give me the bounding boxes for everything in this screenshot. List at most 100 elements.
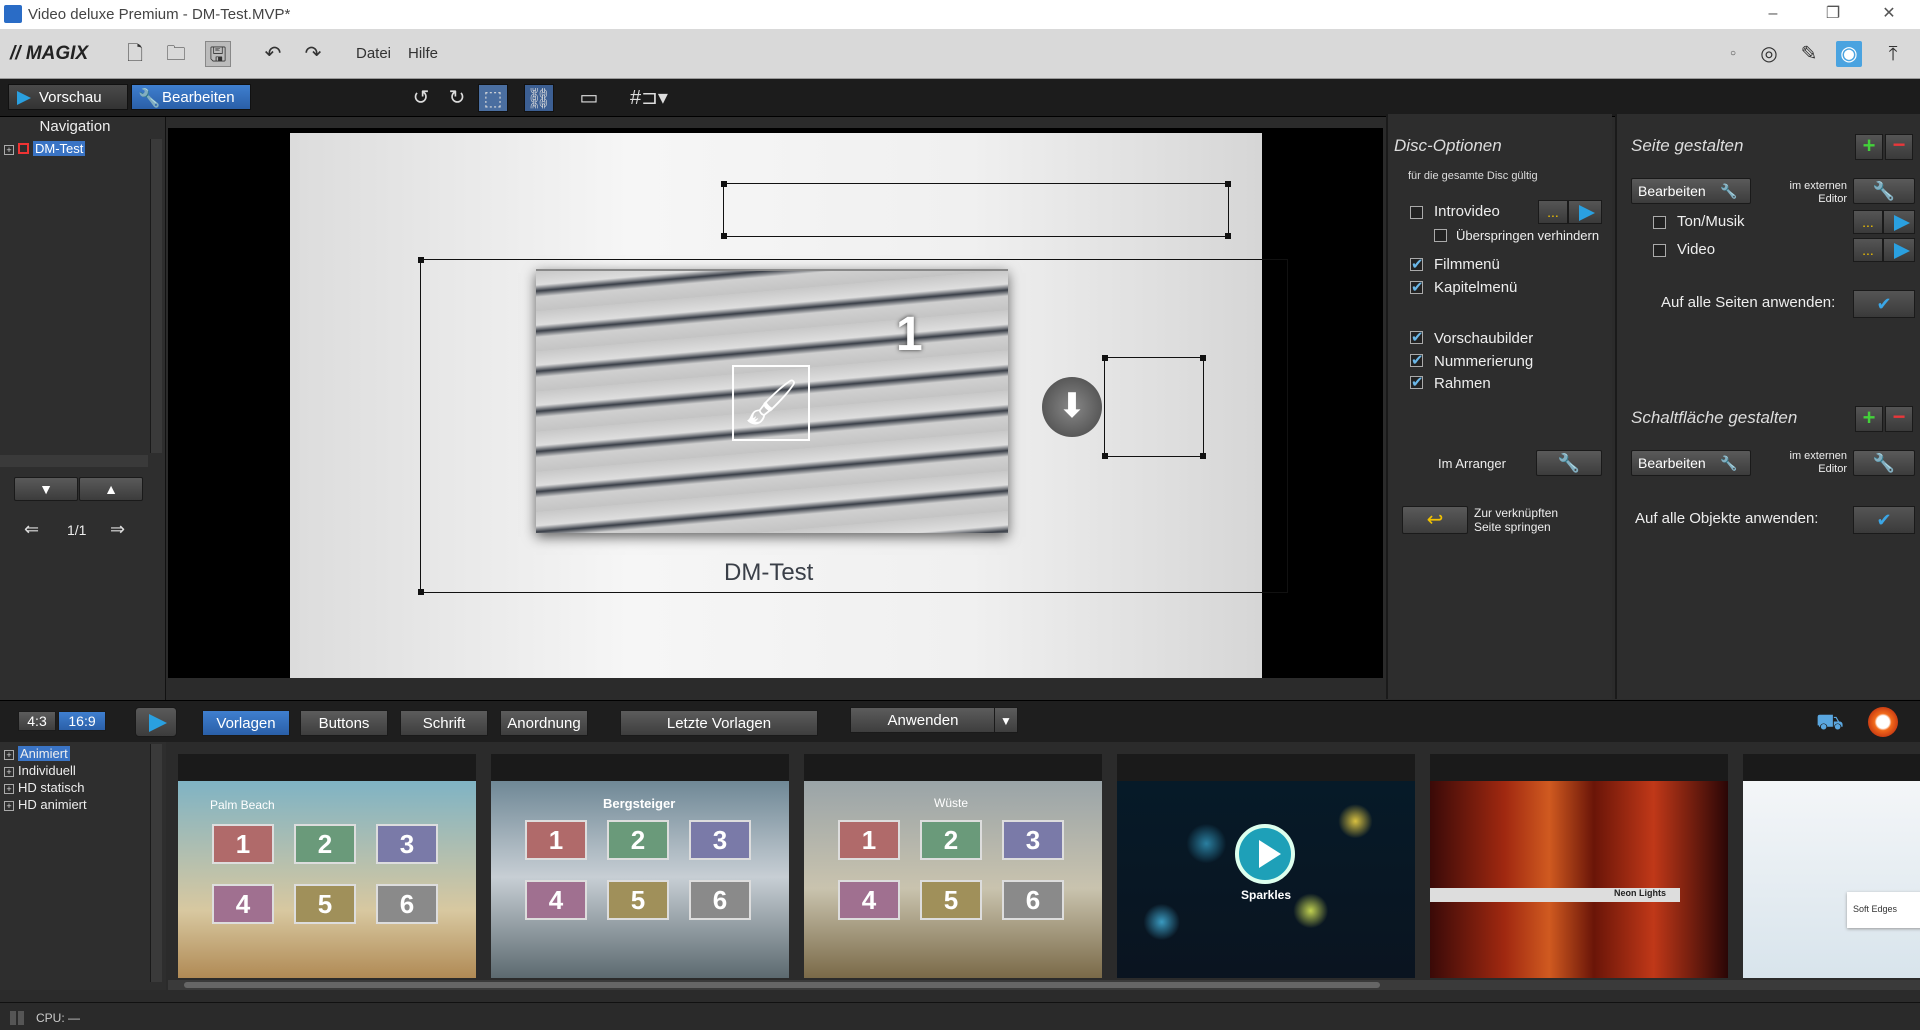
menu-datei[interactable]: Datei bbox=[356, 45, 391, 62]
template-thumb[interactable]: Neon Lights bbox=[1430, 754, 1728, 978]
remove-button-button[interactable]: − bbox=[1885, 406, 1913, 432]
edit-mode-button[interactable]: 🔧 Bearbeiten bbox=[131, 84, 251, 110]
tree-item-animiert[interactable]: + Animiert bbox=[4, 746, 70, 761]
add-button-button[interactable]: + bbox=[1855, 406, 1883, 432]
page-up-button[interactable]: ▲ bbox=[79, 477, 143, 501]
close-button[interactable]: ✕ bbox=[1866, 2, 1912, 26]
filmmenu-checkbox[interactable] bbox=[1410, 255, 1424, 273]
video-play-button[interactable] bbox=[1883, 238, 1915, 262]
ratio-4-3-button[interactable]: 4:3 bbox=[18, 711, 56, 731]
apply-dropdown[interactable]: Anwenden bbox=[850, 707, 996, 733]
recent-templates-button[interactable]: Letzte Vorlagen bbox=[620, 710, 818, 736]
template-thumb[interactable]: Wüste 1 2 3 4 5 6 bbox=[804, 754, 1102, 978]
remove-page-button[interactable]: − bbox=[1885, 134, 1913, 160]
templates-hscroll[interactable] bbox=[168, 980, 1920, 990]
expand-icon[interactable]: + bbox=[4, 784, 14, 794]
magix-logo: // MAGIX bbox=[10, 43, 89, 64]
open-folder-icon[interactable]: 🗀 bbox=[163, 41, 189, 67]
expand-icon[interactable]: + bbox=[4, 767, 14, 777]
menu-hilfe[interactable]: Hilfe bbox=[408, 45, 438, 62]
preview-mode-button[interactable]: Vorschau bbox=[8, 84, 128, 110]
introvideo-checkbox[interactable] bbox=[1410, 206, 1423, 219]
frame-checkbox[interactable] bbox=[1410, 373, 1424, 391]
numbering-checkbox[interactable] bbox=[1410, 351, 1424, 369]
next-page-arrow-icon[interactable]: ⇒ bbox=[110, 519, 125, 540]
page-edit-button[interactable]: Bearbeiten 🔧 bbox=[1631, 178, 1751, 204]
template-thumb[interactable]: Sparkles bbox=[1117, 754, 1415, 978]
preview-play-button[interactable] bbox=[135, 707, 177, 737]
prev-page-arrow-icon[interactable]: ⇐ bbox=[24, 519, 39, 540]
add-page-button[interactable]: + bbox=[1855, 134, 1883, 160]
restore-button[interactable]: ❐ bbox=[1810, 2, 1856, 26]
introvideo-play-button[interactable] bbox=[1568, 200, 1602, 224]
button-edit-button[interactable]: Bearbeiten 🔧 bbox=[1631, 450, 1751, 476]
in-arranger-wrench-button[interactable]: 🔧 bbox=[1536, 450, 1602, 476]
tab-buttons[interactable]: Buttons bbox=[300, 710, 388, 736]
minimize-button[interactable]: – bbox=[1750, 2, 1796, 26]
upload-icon[interactable]: ⤒ bbox=[1880, 41, 1906, 67]
rotate-left-icon[interactable]: ↺ bbox=[406, 84, 436, 112]
page-down-button[interactable]: ▼ bbox=[14, 477, 78, 501]
templates-tree-vscroll[interactable] bbox=[150, 744, 162, 982]
button-ext-editor-button[interactable]: 🔧 bbox=[1853, 450, 1915, 476]
video-browse-button[interactable]: ... bbox=[1853, 238, 1883, 262]
small-dot-icon[interactable]: ○ bbox=[1720, 41, 1746, 67]
link-icon[interactable]: ⛓ bbox=[524, 84, 554, 112]
in-arranger-label: Im Arranger bbox=[1438, 456, 1506, 471]
chevron-down-icon[interactable]: ▼ bbox=[994, 707, 1018, 733]
nav-horizontal-scrollbar[interactable] bbox=[0, 455, 148, 467]
templates-hscroll-thumb[interactable] bbox=[184, 982, 1380, 988]
template-thumb[interactable]: Bergsteiger 1 2 3 4 5 6 bbox=[491, 754, 789, 978]
tree-item-individuell[interactable]: + Individuell bbox=[4, 763, 76, 778]
redo-icon[interactable]: ↷ bbox=[300, 41, 326, 67]
tree-label: Animiert bbox=[18, 746, 70, 761]
template-thumb[interactable]: Palm Beach 1 2 3 4 5 6 bbox=[178, 754, 476, 978]
video-checkbox[interactable] bbox=[1653, 244, 1666, 257]
burn-disc-icon[interactable] bbox=[1868, 707, 1898, 737]
title-text-frame[interactable] bbox=[721, 181, 1231, 239]
skip-forbid-checkbox[interactable] bbox=[1434, 229, 1447, 242]
menu-title-text[interactable]: DM-Test bbox=[724, 559, 813, 587]
expand-icon[interactable]: + bbox=[4, 801, 14, 811]
nav-vertical-scrollbar[interactable] bbox=[150, 139, 162, 453]
cd-burn-icon[interactable]: ◎ bbox=[1756, 41, 1782, 67]
thumbnails-checkbox[interactable] bbox=[1410, 328, 1424, 346]
tab-vorlagen[interactable]: Vorlagen bbox=[202, 710, 290, 736]
chapter-thumbnail[interactable]: 1 🖌 bbox=[536, 269, 1008, 533]
jump-back-arrow-icon[interactable]: ↩ bbox=[1402, 506, 1468, 534]
tree-item-hd-statisch[interactable]: + HD statisch bbox=[4, 780, 84, 795]
down-arrow-icon[interactable]: ⬇ bbox=[1042, 377, 1102, 437]
tab-anordnung[interactable]: Anordnung bbox=[500, 710, 588, 736]
rotate-right-icon[interactable]: ↻ bbox=[442, 84, 472, 112]
new-file-icon[interactable]: 🗋 bbox=[122, 41, 148, 67]
sound-play-button[interactable] bbox=[1883, 210, 1915, 234]
apply-all-pages-button[interactable]: ✔ bbox=[1853, 290, 1915, 318]
sound-checkbox[interactable] bbox=[1653, 216, 1666, 229]
expand-icon[interactable]: + bbox=[4, 145, 14, 155]
safe-area-icon[interactable]: ▭ bbox=[574, 84, 604, 112]
tree-item-hd-animiert[interactable]: + HD animiert bbox=[4, 797, 87, 812]
chaptermenu-checkbox[interactable] bbox=[1410, 278, 1424, 296]
nav-tree-item[interactable]: + DM-Test bbox=[4, 141, 86, 156]
sound-browse-button[interactable]: ... bbox=[1853, 210, 1883, 234]
expand-icon[interactable]: + bbox=[4, 750, 14, 760]
disc-icon[interactable]: ◉ bbox=[1836, 41, 1862, 67]
page-ext-editor-button[interactable]: 🔧 bbox=[1853, 178, 1915, 204]
template-cell: 6 bbox=[376, 884, 438, 924]
arrow-button-frame[interactable] bbox=[1102, 355, 1206, 459]
grid-snap-icon[interactable]: #⊐▾ bbox=[626, 84, 672, 112]
import-icon[interactable]: ⛟ bbox=[1816, 709, 1844, 738]
selection-tool-icon[interactable]: ⬚ bbox=[478, 84, 508, 112]
chapter-number: 1 bbox=[896, 308, 923, 361]
tools-icon[interactable]: ✎ bbox=[1796, 41, 1822, 67]
template-cell: 4 bbox=[212, 884, 274, 924]
apply-all-objects-button[interactable]: ✔ bbox=[1853, 506, 1915, 534]
template-title: Wüste bbox=[934, 796, 969, 810]
introvideo-browse-button[interactable]: ... bbox=[1538, 200, 1568, 224]
template-cell: 3 bbox=[376, 824, 438, 864]
undo-icon[interactable]: ↶ bbox=[260, 41, 286, 67]
ratio-16-9-button[interactable]: 16:9 bbox=[58, 711, 106, 731]
tab-schrift[interactable]: Schrift bbox=[400, 710, 488, 736]
save-icon[interactable]: 🖫 bbox=[205, 41, 231, 67]
template-thumb[interactable]: Soft Edges bbox=[1743, 754, 1920, 978]
